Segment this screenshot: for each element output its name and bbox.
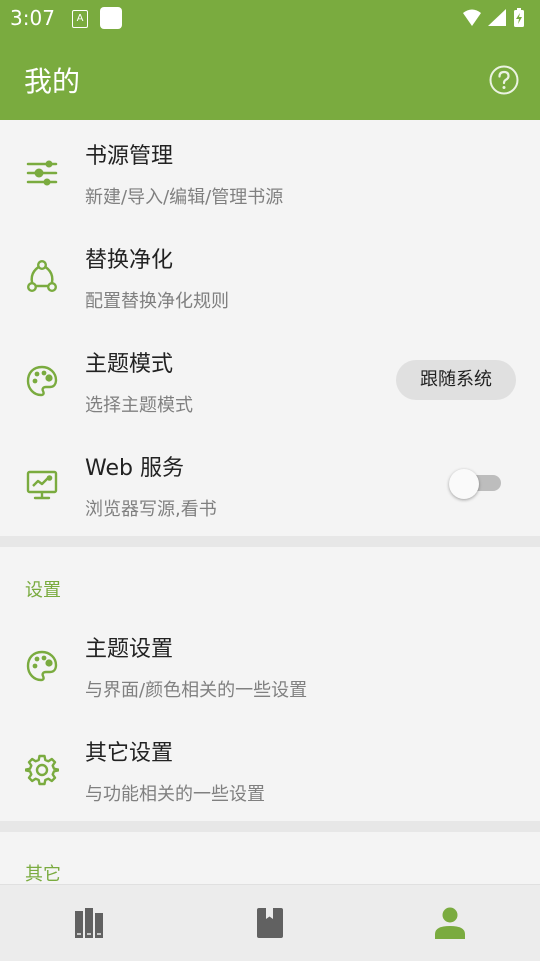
menu-item-book-source[interactable]: 书源管理 新建/导入/编辑/管理书源	[0, 120, 540, 224]
menu-item-subtitle: 浏览器写源,看书	[85, 499, 217, 520]
menu-item-subtitle: 选择主题模式	[85, 395, 193, 416]
palette-icon	[26, 650, 58, 682]
help-circle-icon[interactable]	[488, 64, 520, 96]
settings-card: 设置 主题设置 与界面/颜色相关的一些设置 其它设置 与功能相关的一些设置	[0, 547, 540, 821]
section-divider	[0, 536, 540, 547]
monitor-chart-icon	[26, 470, 58, 500]
app-bar: 我的	[0, 38, 540, 120]
menu-item-theme-settings[interactable]: 主题设置 与界面/颜色相关的一些设置	[0, 613, 540, 717]
bottom-navigation	[0, 884, 540, 961]
menu-item-title: 替换净化	[85, 248, 174, 273]
menu-item-replace-rule[interactable]: 替换净化 配置替换净化规则	[0, 224, 540, 328]
wifi-icon	[463, 9, 481, 26]
menu-item-title: 其它设置	[85, 741, 174, 766]
status-bar: 3:07 A	[0, 0, 540, 38]
sliders-icon	[26, 160, 58, 186]
menu-item-title: 书源管理	[85, 144, 174, 169]
app-notification-icon	[100, 7, 122, 29]
nav-tab-explore[interactable]	[180, 885, 360, 961]
menu-item-title: Web 服务	[85, 456, 184, 481]
nav-tab-my[interactable]	[360, 885, 540, 961]
switch-thumb	[449, 469, 479, 499]
menu-item-title: 主题模式	[85, 352, 174, 377]
person-icon	[435, 907, 465, 939]
menu-item-subtitle: 与功能相关的一些设置	[85, 784, 265, 805]
menu-item-subtitle: 新建/导入/编辑/管理书源	[85, 187, 284, 208]
palette-icon	[26, 365, 58, 397]
notification-icon: A	[72, 10, 88, 28]
menu-item-subtitle: 配置替换净化规则	[85, 291, 229, 312]
web-service-switch[interactable]	[449, 469, 503, 501]
other-card: 其它	[0, 832, 540, 885]
section-header-settings: 设置	[25, 580, 61, 601]
signal-icon	[488, 9, 506, 26]
menu-item-subtitle: 与界面/颜色相关的一些设置	[85, 680, 308, 701]
section-divider	[0, 821, 540, 832]
theme-mode-selector[interactable]: 跟随系统	[396, 360, 516, 400]
battery-icon	[514, 8, 524, 27]
menu-item-title: 主题设置	[85, 637, 174, 662]
section-header-other: 其它	[25, 864, 61, 885]
book-icon	[257, 908, 283, 938]
main-menu-card: 书源管理 新建/导入/编辑/管理书源 替换净化 配置替换净化规则 主题模式 选择…	[0, 120, 540, 536]
gear-icon	[25, 754, 59, 786]
page-title: 我的	[24, 65, 81, 98]
system-status-icons	[463, 8, 524, 27]
menu-item-other-settings[interactable]: 其它设置 与功能相关的一些设置	[0, 717, 540, 821]
nav-tab-bookshelf[interactable]	[0, 885, 180, 961]
nodes-icon	[27, 260, 58, 293]
bookshelf-icon	[75, 908, 103, 938]
status-time: 3:07	[10, 6, 55, 30]
